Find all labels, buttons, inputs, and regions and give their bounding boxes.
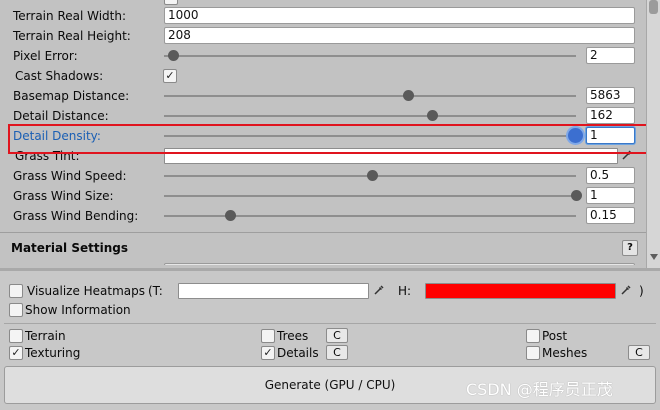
details-option-label: Details: [277, 346, 319, 360]
partial-checkbox[interactable]: [164, 0, 178, 5]
grass-tint-row: Grass Tint:: [0, 146, 646, 166]
show-information-checkbox[interactable]: [9, 303, 23, 317]
material-settings-title: Material Settings: [11, 241, 128, 255]
grass-wind-speed-slider-knob[interactable]: [367, 170, 378, 181]
trees-checkbox[interactable]: [261, 329, 275, 343]
grass-tint-label: Grass Tint:: [15, 149, 80, 163]
cast-shadows-checkbox[interactable]: ✓: [163, 69, 177, 83]
detail-density-slider-track[interactable]: [164, 135, 576, 137]
detail-density-slider-knob[interactable]: [568, 128, 583, 143]
scrollbar-thumb[interactable]: [649, 0, 658, 14]
detail-density-label: Detail Density:: [13, 129, 101, 143]
detail-density-row: Detail Density: 1: [0, 126, 646, 146]
meshes-clear-button[interactable]: C: [628, 345, 650, 360]
detail-distance-field[interactable]: 162: [586, 107, 635, 124]
detail-density-field[interactable]: 1: [586, 127, 635, 144]
grass-wind-size-slider-track[interactable]: [164, 195, 576, 197]
meshes-checkbox[interactable]: [526, 346, 540, 360]
watermark: CSDN @程序员正茂: [466, 380, 613, 399]
vertical-scrollbar[interactable]: [646, 0, 660, 268]
post-option-label: Post: [542, 329, 568, 343]
options-divider: [4, 323, 656, 324]
h-color-field[interactable]: [425, 283, 616, 299]
basemap-distance-slider-track[interactable]: [164, 95, 576, 97]
basemap-distance-label: Basemap Distance:: [13, 89, 130, 103]
cast-shadows-label: Cast Shadows:: [15, 69, 104, 83]
grass-tint-color-field[interactable]: [164, 148, 618, 164]
scroll-down-arrow-icon[interactable]: [650, 254, 658, 260]
grass-wind-speed-row: Grass Wind Speed: 0.5: [0, 166, 646, 186]
terrain-real-height-field[interactable]: 208: [164, 27, 635, 44]
grass-wind-size-label: Grass Wind Size:: [13, 189, 114, 203]
material-dropdown[interactable]: [164, 263, 635, 265]
grass-wind-bending-label: Grass Wind Bending:: [13, 209, 139, 223]
basemap-distance-row: Basemap Distance: 5863: [0, 86, 646, 106]
terrain-option-label: Terrain: [25, 329, 66, 343]
grass-wind-bending-row: Grass Wind Bending: 0.15: [0, 206, 646, 226]
eyedropper-icon[interactable]: [372, 284, 386, 298]
pixel-error-slider-knob[interactable]: [168, 50, 179, 61]
trees-option-label: Trees: [277, 329, 309, 343]
grass-wind-speed-field[interactable]: 0.5: [586, 167, 635, 184]
grass-wind-speed-label: Grass Wind Speed:: [13, 169, 127, 183]
texturing-option-label: Texturing: [25, 346, 81, 360]
h-color-label: H:: [398, 284, 412, 298]
grass-wind-bending-slider-knob[interactable]: [225, 210, 236, 221]
detail-distance-row: Detail Distance: 162: [0, 106, 646, 126]
details-clear-button[interactable]: C: [326, 345, 348, 360]
terrain-real-width-row: Terrain Real Width: 1000: [0, 6, 646, 26]
visualize-heatmaps-checkbox[interactable]: [9, 284, 23, 298]
pixel-error-label: Pixel Error:: [13, 49, 78, 63]
t-color-label: (T:: [148, 284, 163, 298]
partial-material-row: [0, 261, 646, 265]
terrain-real-height-row: Terrain Real Height: 208: [0, 26, 646, 46]
meshes-option-label: Meshes: [542, 346, 588, 360]
t-color-field[interactable]: [178, 283, 369, 299]
detail-distance-label: Detail Distance:: [13, 109, 109, 123]
terrain-real-width-label: Terrain Real Width:: [13, 9, 127, 23]
grass-wind-size-row: Grass Wind Size: 1: [0, 186, 646, 206]
terrain-real-width-field[interactable]: 1000: [164, 7, 635, 24]
pixel-error-row: Pixel Error: 2: [0, 46, 646, 66]
show-information-label: Show Information: [25, 303, 131, 317]
terrain-checkbox[interactable]: [9, 329, 23, 343]
close-paren: ): [639, 284, 644, 298]
material-settings-header[interactable]: Material Settings ?: [0, 235, 646, 261]
texturing-checkbox[interactable]: ✓: [9, 346, 23, 360]
help-button[interactable]: ?: [622, 240, 638, 256]
detail-distance-slider-track[interactable]: [164, 115, 576, 117]
pixel-error-field[interactable]: 2: [586, 47, 635, 64]
basemap-distance-field[interactable]: 5863: [586, 87, 635, 104]
terrain-real-height-label: Terrain Real Height:: [13, 29, 131, 43]
basemap-distance-slider-knob[interactable]: [403, 90, 414, 101]
post-checkbox[interactable]: [526, 329, 540, 343]
grass-wind-bending-field[interactable]: 0.15: [586, 207, 635, 224]
detail-distance-slider-knob[interactable]: [427, 110, 438, 121]
grass-wind-size-slider-knob[interactable]: [571, 190, 582, 201]
trees-clear-button[interactable]: C: [326, 328, 348, 343]
grass-wind-size-field[interactable]: 1: [586, 187, 635, 204]
section-divider: [0, 232, 646, 233]
details-checkbox[interactable]: ✓: [261, 346, 275, 360]
generation-panel: Visualize Heatmaps (T: H: ) Show Informa…: [0, 271, 660, 410]
cast-shadows-row: Cast Shadows: ✓: [0, 66, 646, 86]
visualize-heatmaps-label: Visualize Heatmaps: [27, 284, 146, 298]
eyedropper-icon[interactable]: [619, 284, 633, 298]
eyedropper-icon[interactable]: [620, 149, 634, 163]
pixel-error-slider-track[interactable]: [164, 55, 576, 57]
terrain-settings-panel: Terrain Real Width: 1000 Terrain Real He…: [0, 0, 646, 265]
